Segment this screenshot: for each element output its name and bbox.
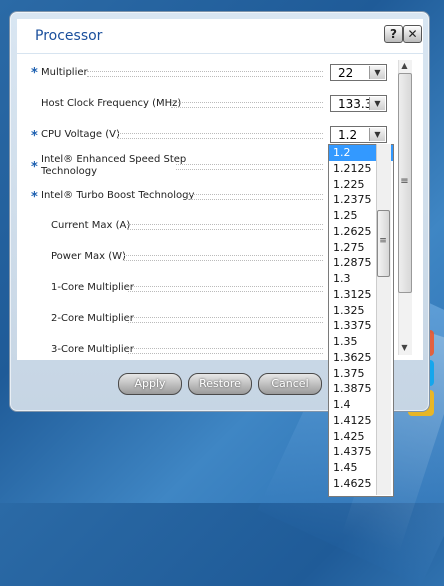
leader-dots [128,286,323,292]
multiplier-combo[interactable]: 22 ▼ [330,64,387,81]
apply-button[interactable]: Apply [118,373,182,395]
grip-icon: ≡ [379,236,387,246]
host-clock-label: Host Clock Frequency (MHz) [41,98,182,109]
leader-dots [128,348,323,354]
leader-dots [186,194,323,200]
scroll-up-icon[interactable]: ▲ [398,61,411,70]
host-clock-combo[interactable]: 133.33 ▼ [330,95,387,112]
modified-star-icon: * [31,160,38,175]
speedstep-label-line1: Intel® Enhanced Speed Step [41,154,187,165]
leader-dots [176,164,323,170]
chevron-down-icon[interactable]: ▼ [369,128,385,141]
chevron-down-icon[interactable]: ▼ [369,97,385,110]
modified-star-icon: * [31,129,38,144]
three-core-multiplier-label: 3-Core Multiplier [51,344,134,355]
leader-dots [171,102,323,108]
leader-dots [128,317,323,323]
cancel-button[interactable]: Cancel [258,373,322,395]
close-button[interactable]: ✕ [403,25,422,43]
leader-dots [87,71,323,77]
multiplier-value: 22 [338,66,354,80]
cpu-voltage-combo[interactable]: 1.2 ▼ [330,126,387,143]
power-max-label: Power Max (W) [51,251,126,262]
turbo-boost-label: Intel® Turbo Boost Technology [41,190,195,201]
leader-dots [127,224,323,230]
grip-icon: ≡ [400,176,409,187]
two-core-multiplier-label: 2-Core Multiplier [51,313,134,324]
cpu-voltage-label: CPU Voltage (V) [41,129,120,140]
modified-star-icon: * [31,66,38,81]
scroll-down-icon[interactable]: ▼ [398,343,411,352]
cpu-voltage-value: 1.2 [338,128,358,142]
one-core-multiplier-label: 1-Core Multiplier [51,282,134,293]
leader-dots [118,133,323,139]
restore-button[interactable]: Restore [188,373,252,395]
modified-star-icon: * [31,190,38,205]
chevron-down-icon[interactable]: ▼ [369,66,385,79]
dialog-title: Processor [35,28,103,44]
multiplier-label: Multiplier [41,67,88,78]
dropdown-scrollbar[interactable] [376,144,391,495]
speedstep-label-line2: Technology [41,166,98,177]
leader-dots [124,255,323,261]
help-button[interactable]: ? [384,25,403,43]
current-max-label: Current Max (A) [51,220,131,231]
